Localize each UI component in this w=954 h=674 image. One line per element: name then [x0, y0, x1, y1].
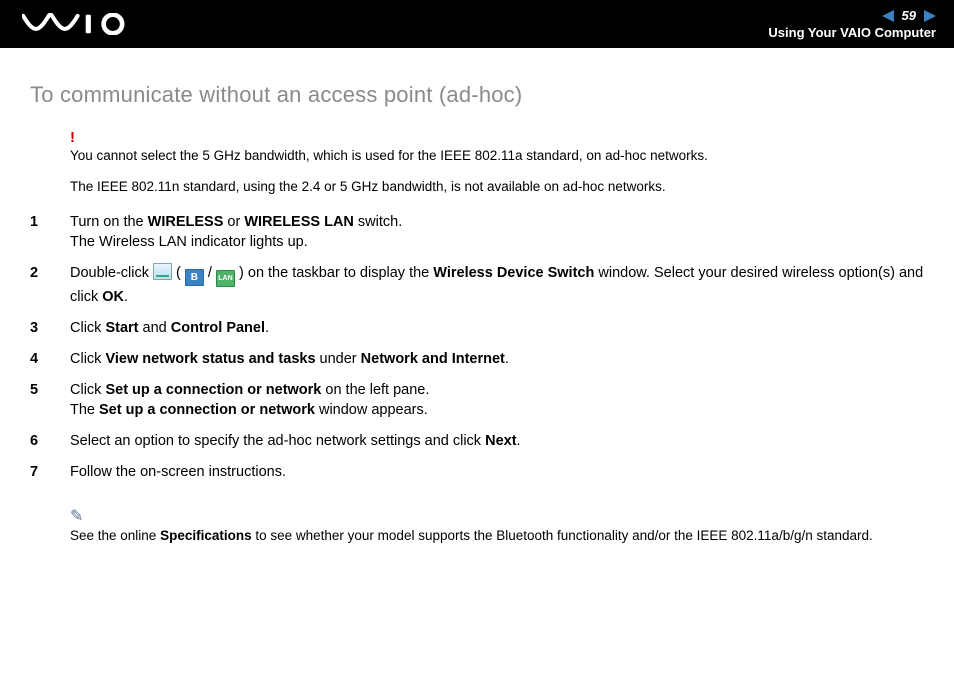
- prev-page-icon[interactable]: [882, 10, 894, 22]
- step-5: 5 Click Set up a connection or network o…: [30, 380, 924, 420]
- step-body: Click View network status and tasks unde…: [70, 349, 924, 369]
- vaio-logo: [22, 13, 132, 35]
- steps-list: 1 Turn on the WIRELESS or WIRELESS LAN s…: [30, 212, 924, 482]
- step-body: Select an option to specify the ad-hoc n…: [70, 431, 924, 451]
- step-number: 2: [30, 263, 70, 283]
- step-2: 2 Double-click ( B / LAN ) on the taskba…: [30, 263, 924, 307]
- step-6: 6 Select an option to specify the ad-hoc…: [30, 431, 924, 451]
- section-title: Using Your VAIO Computer: [768, 25, 936, 40]
- warning-text: You cannot select the 5 GHz bandwidth, w…: [70, 147, 924, 165]
- lan-tray-icon: LAN: [216, 270, 235, 287]
- step-number: 5: [30, 380, 70, 400]
- next-page-icon[interactable]: [924, 10, 936, 22]
- warning-icon: !: [70, 130, 924, 145]
- step-body: Click Set up a connection or network on …: [70, 380, 924, 420]
- step-number: 3: [30, 318, 70, 338]
- page-navigator: 59: [768, 8, 936, 23]
- step-3: 3 Click Start and Control Panel.: [30, 318, 924, 338]
- page-header: 59 Using Your VAIO Computer: [0, 0, 954, 48]
- step-body: Double-click ( B / LAN ) on the taskbar …: [70, 263, 924, 307]
- tip-note: ✎ See the online Specifications to see w…: [70, 506, 924, 543]
- step-7: 7 Follow the on-screen instructions.: [30, 462, 924, 482]
- step-number: 7: [30, 462, 70, 482]
- step-body: Turn on the WIRELESS or WIRELESS LAN swi…: [70, 212, 924, 252]
- document-page: 59 Using Your VAIO Computer To communica…: [0, 0, 954, 674]
- step-number: 6: [30, 431, 70, 451]
- note-icon: ✎: [70, 506, 924, 526]
- header-right: 59 Using Your VAIO Computer: [768, 8, 936, 40]
- step-number: 4: [30, 349, 70, 369]
- network-tray-icon: [153, 263, 172, 280]
- tip-text: See the online Specifications to see whe…: [70, 528, 924, 543]
- page-content: To communicate without an access point (…: [0, 48, 954, 543]
- step-4: 4 Click View network status and tasks un…: [30, 349, 924, 369]
- page-title: To communicate without an access point (…: [30, 82, 924, 108]
- step-body: Click Start and Control Panel.: [70, 318, 924, 338]
- info-text: The IEEE 802.11n standard, using the 2.4…: [70, 179, 924, 194]
- bluetooth-tray-icon: B: [185, 269, 204, 286]
- warning-note: ! You cannot select the 5 GHz bandwidth,…: [70, 130, 924, 165]
- step-1: 1 Turn on the WIRELESS or WIRELESS LAN s…: [30, 212, 924, 252]
- page-number: 59: [902, 8, 916, 23]
- step-body: Follow the on-screen instructions.: [70, 462, 924, 482]
- step-number: 1: [30, 212, 70, 232]
